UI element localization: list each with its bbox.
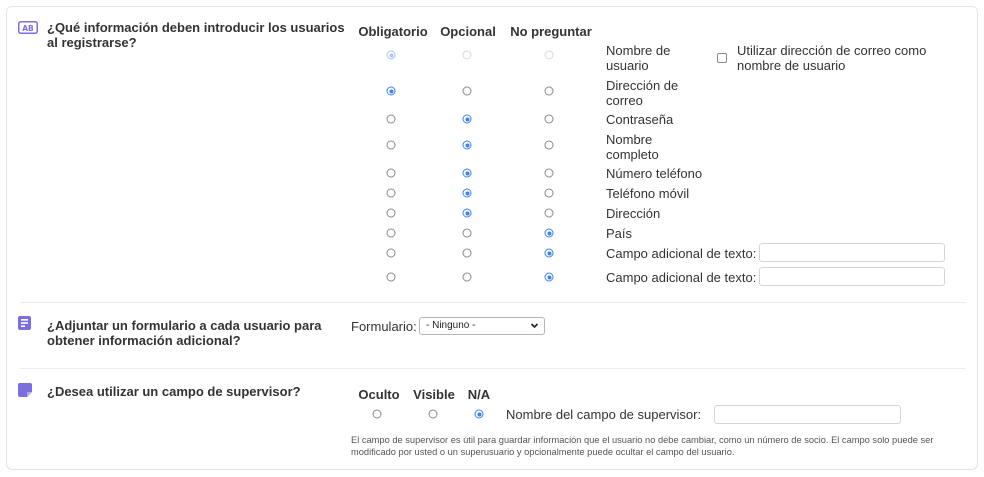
field-5-label: Teléfono móvil	[606, 186, 690, 201]
field-9-option-2-radio[interactable]	[544, 272, 554, 282]
field-6-label: Dirección	[606, 206, 661, 221]
field-7-option-0-radio[interactable]	[386, 228, 396, 238]
col-header-dont-ask: No preguntar	[510, 24, 592, 39]
field-3-option-1-radio[interactable]	[462, 140, 472, 150]
col-header-hidden: Oculto	[358, 387, 400, 402]
email-as-username-checkbox[interactable]	[717, 53, 727, 63]
supervisor-help-text: El campo de supervisor es útil para guar…	[351, 435, 934, 457]
field-4-label: Número teléfono	[606, 166, 703, 181]
extra-text-field-8-input[interactable]	[759, 243, 945, 262]
col-header-required: Obligatorio	[358, 24, 428, 39]
chevron-down-icon	[530, 323, 539, 329]
field-9-label: Campo adicional de texto:	[606, 270, 757, 285]
field-4-option-1-radio[interactable]	[462, 168, 472, 178]
field-8-label: Campo adicional de texto:	[606, 246, 757, 261]
field-8-option-1-radio[interactable]	[462, 248, 472, 258]
ab-badge-icon: AB	[18, 21, 38, 34]
section-divider	[20, 302, 966, 303]
field-2-option-1-radio[interactable]	[462, 114, 472, 124]
supervisor-na-radio[interactable]	[474, 409, 484, 419]
field-7-option-1-radio[interactable]	[462, 228, 472, 238]
form-icon	[18, 316, 31, 330]
attach-form-question: ¿Adjuntar un formulario a cada usuario p…	[47, 318, 322, 348]
field-6-option-1-radio[interactable]	[462, 208, 472, 218]
field-3-option-0-radio[interactable]	[386, 140, 396, 150]
field-7-option-2-radio[interactable]	[544, 228, 554, 238]
registration-fields-question: ¿Qué información deben introducir los us…	[47, 20, 345, 50]
form-label: Formulario:	[351, 319, 417, 334]
field-0-option-0-radio	[386, 50, 396, 60]
field-9-option-1-radio[interactable]	[462, 272, 472, 282]
field-1-option-1-radio[interactable]	[462, 86, 472, 96]
field-2-option-2-radio[interactable]	[544, 114, 554, 124]
form-select[interactable]: - Ninguno -	[419, 317, 545, 335]
field-4-option-0-radio[interactable]	[386, 168, 396, 178]
supervisor-visible-radio[interactable]	[428, 409, 438, 419]
col-header-optional: Opcional	[440, 24, 496, 39]
field-5-option-1-radio[interactable]	[462, 188, 472, 198]
field-5-option-2-radio[interactable]	[544, 188, 554, 198]
sticky-note-icon	[18, 383, 32, 397]
field-5-option-0-radio[interactable]	[386, 188, 396, 198]
field-0-option-1-radio	[462, 50, 472, 60]
section-divider	[20, 368, 966, 369]
field-4-option-2-radio[interactable]	[544, 168, 554, 178]
field-8-option-0-radio[interactable]	[386, 248, 396, 258]
field-1-option-2-radio[interactable]	[544, 86, 554, 96]
field-7-label: País	[606, 226, 633, 241]
field-8-option-2-radio[interactable]	[544, 248, 554, 258]
field-3-label: Nombre completo	[606, 132, 659, 162]
field-2-label: Contraseña	[606, 112, 674, 127]
field-0-option-2-radio	[544, 50, 554, 60]
field-9-option-0-radio[interactable]	[386, 272, 396, 282]
supervisor-hidden-radio[interactable]	[372, 409, 382, 419]
field-1-label: Dirección de correo	[606, 78, 679, 108]
svg-text:AB: AB	[22, 24, 34, 33]
field-6-option-0-radio[interactable]	[386, 208, 396, 218]
extra-text-field-9-input[interactable]	[759, 267, 945, 286]
col-header-na: N/A	[467, 387, 491, 402]
email-as-username-label: Utilizar dirección de correo como nombre…	[737, 43, 927, 73]
field-0-label: Nombre de usuario	[606, 43, 671, 73]
field-6-option-2-radio[interactable]	[544, 208, 554, 218]
form-select-value: - Ninguno -	[426, 320, 476, 331]
supervisor-field-label: Nombre del campo de supervisor:	[506, 407, 702, 422]
supervisor-field-question: ¿Desea utilizar un campo de supervisor?	[47, 384, 301, 399]
col-header-visible: Visible	[413, 387, 455, 402]
field-2-option-0-radio[interactable]	[386, 114, 396, 124]
field-3-option-2-radio[interactable]	[544, 140, 554, 150]
field-1-option-0-radio[interactable]	[386, 86, 396, 96]
supervisor-field-input[interactable]	[714, 405, 901, 424]
